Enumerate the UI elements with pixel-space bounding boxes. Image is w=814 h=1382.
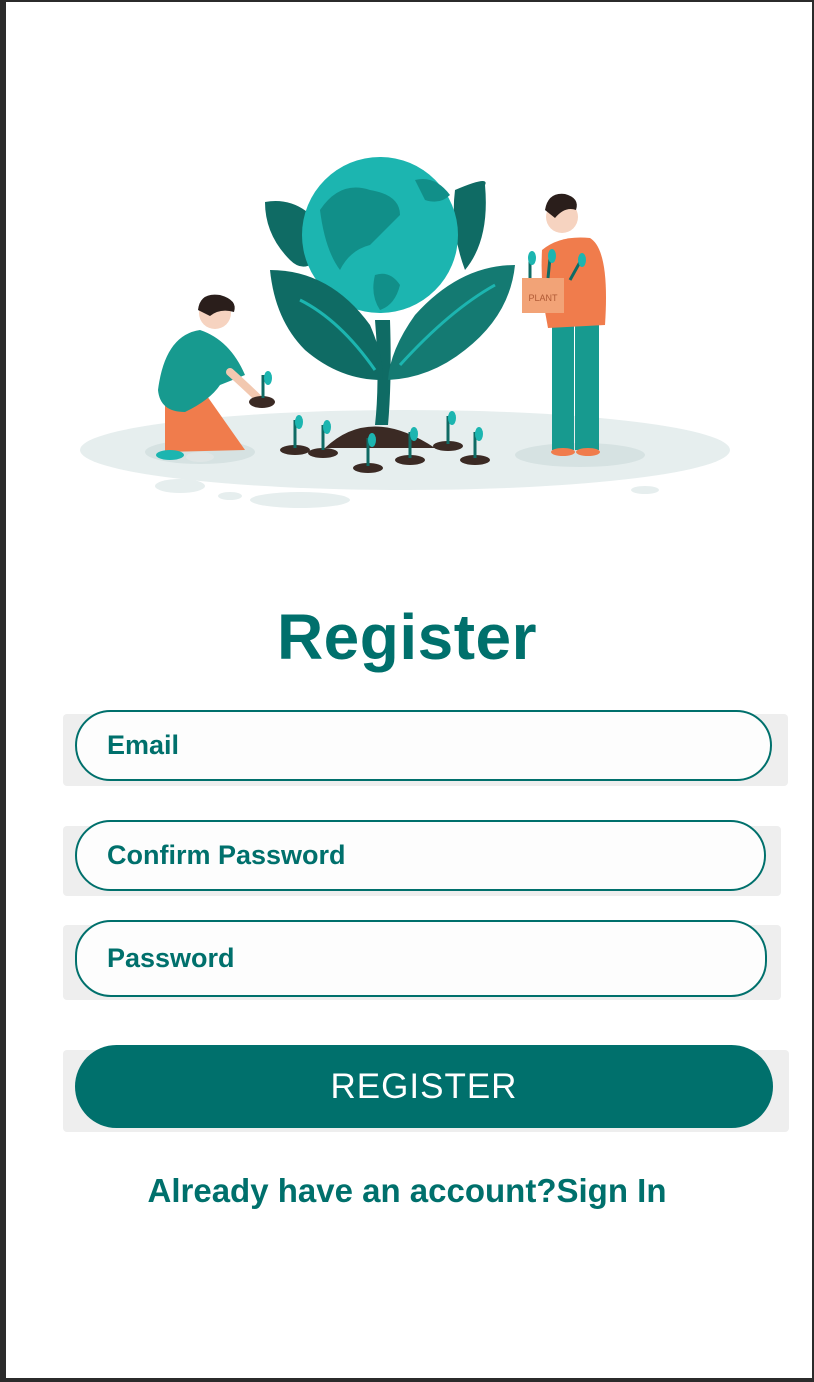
email-input[interactable] [77,729,770,762]
email-field[interactable] [75,710,772,781]
password-input[interactable] [77,942,765,975]
register-button-label: REGISTER [330,1066,518,1106]
signin-prompt: Already have an account?Sign In [0,1172,814,1210]
confirm-password-input[interactable] [77,839,764,872]
planting-illustration: PLANT [80,157,730,508]
page-title: Register [276,601,538,673]
signin-prompt-text: Already have an account? [147,1172,557,1209]
password-field[interactable] [75,920,767,997]
plant-box-label: PLANT [528,293,558,303]
confirm-password-field[interactable] [75,820,766,891]
register-button[interactable]: REGISTER [75,1045,773,1128]
signin-link[interactable]: Sign In [556,1172,666,1209]
